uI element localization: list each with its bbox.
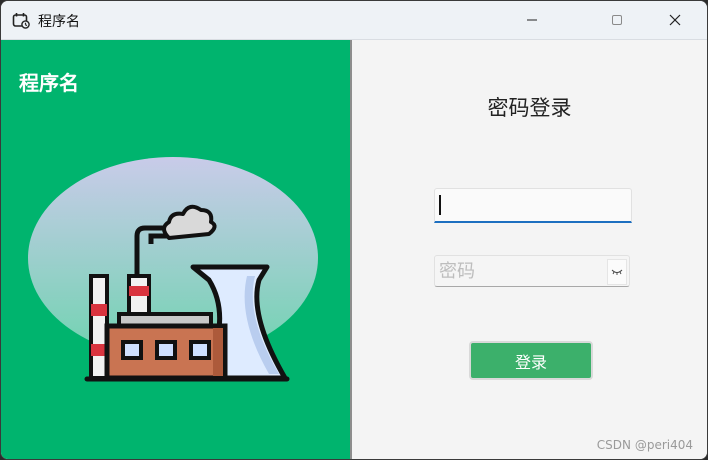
watermark: CSDN @peri404 <box>596 438 693 452</box>
close-icon <box>669 14 681 26</box>
title-bar[interactable]: 程序名 <box>1 1 707 40</box>
text-caret <box>439 195 441 215</box>
app-icon <box>12 11 30 29</box>
maximize-icon <box>612 15 622 25</box>
factory-icon <box>28 157 318 382</box>
program-name: 程序名 <box>19 71 79 95</box>
login-title: 密码登录 <box>487 96 572 120</box>
password-toggle-button[interactable] <box>607 259 627 285</box>
login-button[interactable]: 登录 <box>469 341 593 380</box>
window-title: 程序名 <box>38 14 80 30</box>
maximize-button[interactable] <box>588 1 646 39</box>
username-input[interactable] <box>434 188 632 223</box>
password-input[interactable] <box>439 256 599 286</box>
login-panel: 密码登录 登录 CSDN @peri404 <box>352 40 707 459</box>
password-field[interactable] <box>434 255 630 287</box>
eye-closed-icon <box>611 269 623 275</box>
minimize-button[interactable] <box>503 1 561 39</box>
branding-panel: 程序名 <box>1 40 350 459</box>
close-button[interactable] <box>646 1 704 39</box>
login-window: 程序名 程序名 密码登录 登录 CSDN @peri404 <box>0 0 708 460</box>
minimize-icon <box>527 19 537 21</box>
